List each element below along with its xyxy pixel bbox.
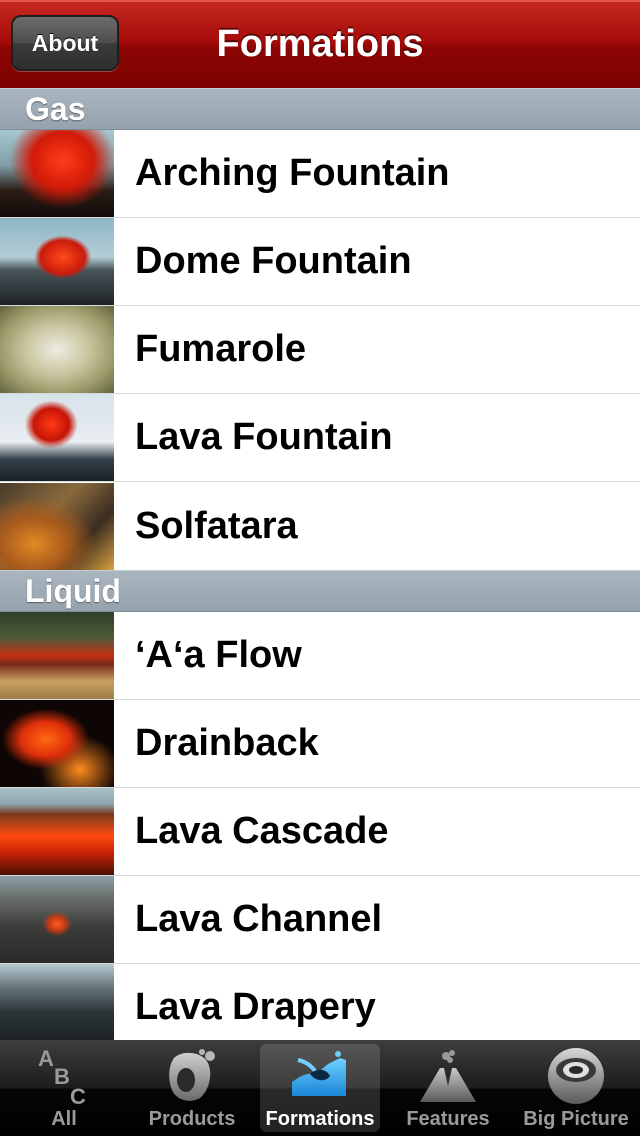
thumbnail-image	[0, 306, 114, 393]
about-button[interactable]: About	[11, 15, 119, 71]
list-item-lava-channel[interactable]: Lava Channel	[0, 876, 640, 964]
tab-label: Products	[148, 1108, 236, 1130]
list-item-dome-fountain[interactable]: Dome Fountain	[0, 218, 640, 306]
navigation-bar: About Formations	[0, 0, 640, 88]
list-item-lava-cascade[interactable]: Lava Cascade	[0, 788, 640, 876]
list-item-drainback[interactable]: Drainback	[0, 700, 640, 788]
thumbnail-image	[0, 876, 114, 963]
earth-cross-section-icon	[544, 1046, 608, 1106]
tab-bar: A B C All Products Formations Features B…	[0, 1040, 640, 1136]
list-item-lava-fountain[interactable]: Lava Fountain	[0, 394, 640, 482]
section-header-liquid: Liquid	[0, 570, 640, 612]
svg-text:B: B	[54, 1064, 70, 1089]
svg-text:C: C	[70, 1084, 86, 1106]
thumbnail-image	[0, 130, 114, 217]
tab-big-picture[interactable]: Big Picture	[512, 1040, 640, 1136]
section-header-gas: Gas	[0, 88, 640, 130]
thumbnail-image	[0, 612, 114, 699]
tab-label: Big Picture	[523, 1108, 629, 1130]
formation-icon	[288, 1046, 352, 1106]
list-item-label: Fumarole	[135, 328, 307, 370]
thumbnail-image	[0, 394, 114, 481]
abc-icon: A B C	[32, 1046, 96, 1106]
tab-all[interactable]: A B C All	[0, 1040, 128, 1136]
svg-text:A: A	[38, 1046, 54, 1071]
list-item-label: Dome Fountain	[135, 240, 412, 282]
thumbnail-image	[0, 700, 114, 787]
tab-label: Features	[406, 1108, 490, 1130]
list-item-label: Lava Fountain	[135, 416, 393, 458]
page-title: Formations	[216, 22, 424, 65]
list-item-arching-fountain[interactable]: Arching Fountain	[0, 130, 640, 218]
rock-icon	[160, 1046, 224, 1106]
tab-formations[interactable]: Formations	[256, 1040, 384, 1136]
tab-label: All	[51, 1108, 77, 1130]
thumbnail-image	[0, 218, 114, 305]
list-item-label: Lava Cascade	[135, 810, 389, 852]
list-item-fumarole[interactable]: Fumarole	[0, 306, 640, 394]
list-item-label: Lava Drapery	[135, 986, 376, 1028]
formations-list[interactable]: Gas Arching Fountain Dome Fountain Fumar…	[0, 88, 640, 1040]
volcano-icon	[416, 1046, 480, 1106]
thumbnail-image	[0, 788, 114, 875]
list-item-label: ‘A‘a Flow	[135, 634, 302, 676]
list-item-label: Solfatara	[135, 504, 298, 547]
list-item-aa-flow[interactable]: ‘A‘a Flow	[0, 612, 640, 700]
list-item-label: Arching Fountain	[135, 152, 450, 194]
list-item-lava-drapery[interactable]: Lava Drapery	[0, 964, 640, 1040]
tab-products[interactable]: Products	[128, 1040, 256, 1136]
list-item-solfatara[interactable]: Solfatara	[0, 482, 640, 570]
list-item-label: Lava Channel	[135, 898, 383, 940]
tab-features[interactable]: Features	[384, 1040, 512, 1136]
tab-label: Formations	[265, 1108, 375, 1130]
thumbnail-image	[0, 964, 114, 1040]
list-item-label: Drainback	[135, 722, 319, 764]
thumbnail-image	[0, 482, 114, 570]
